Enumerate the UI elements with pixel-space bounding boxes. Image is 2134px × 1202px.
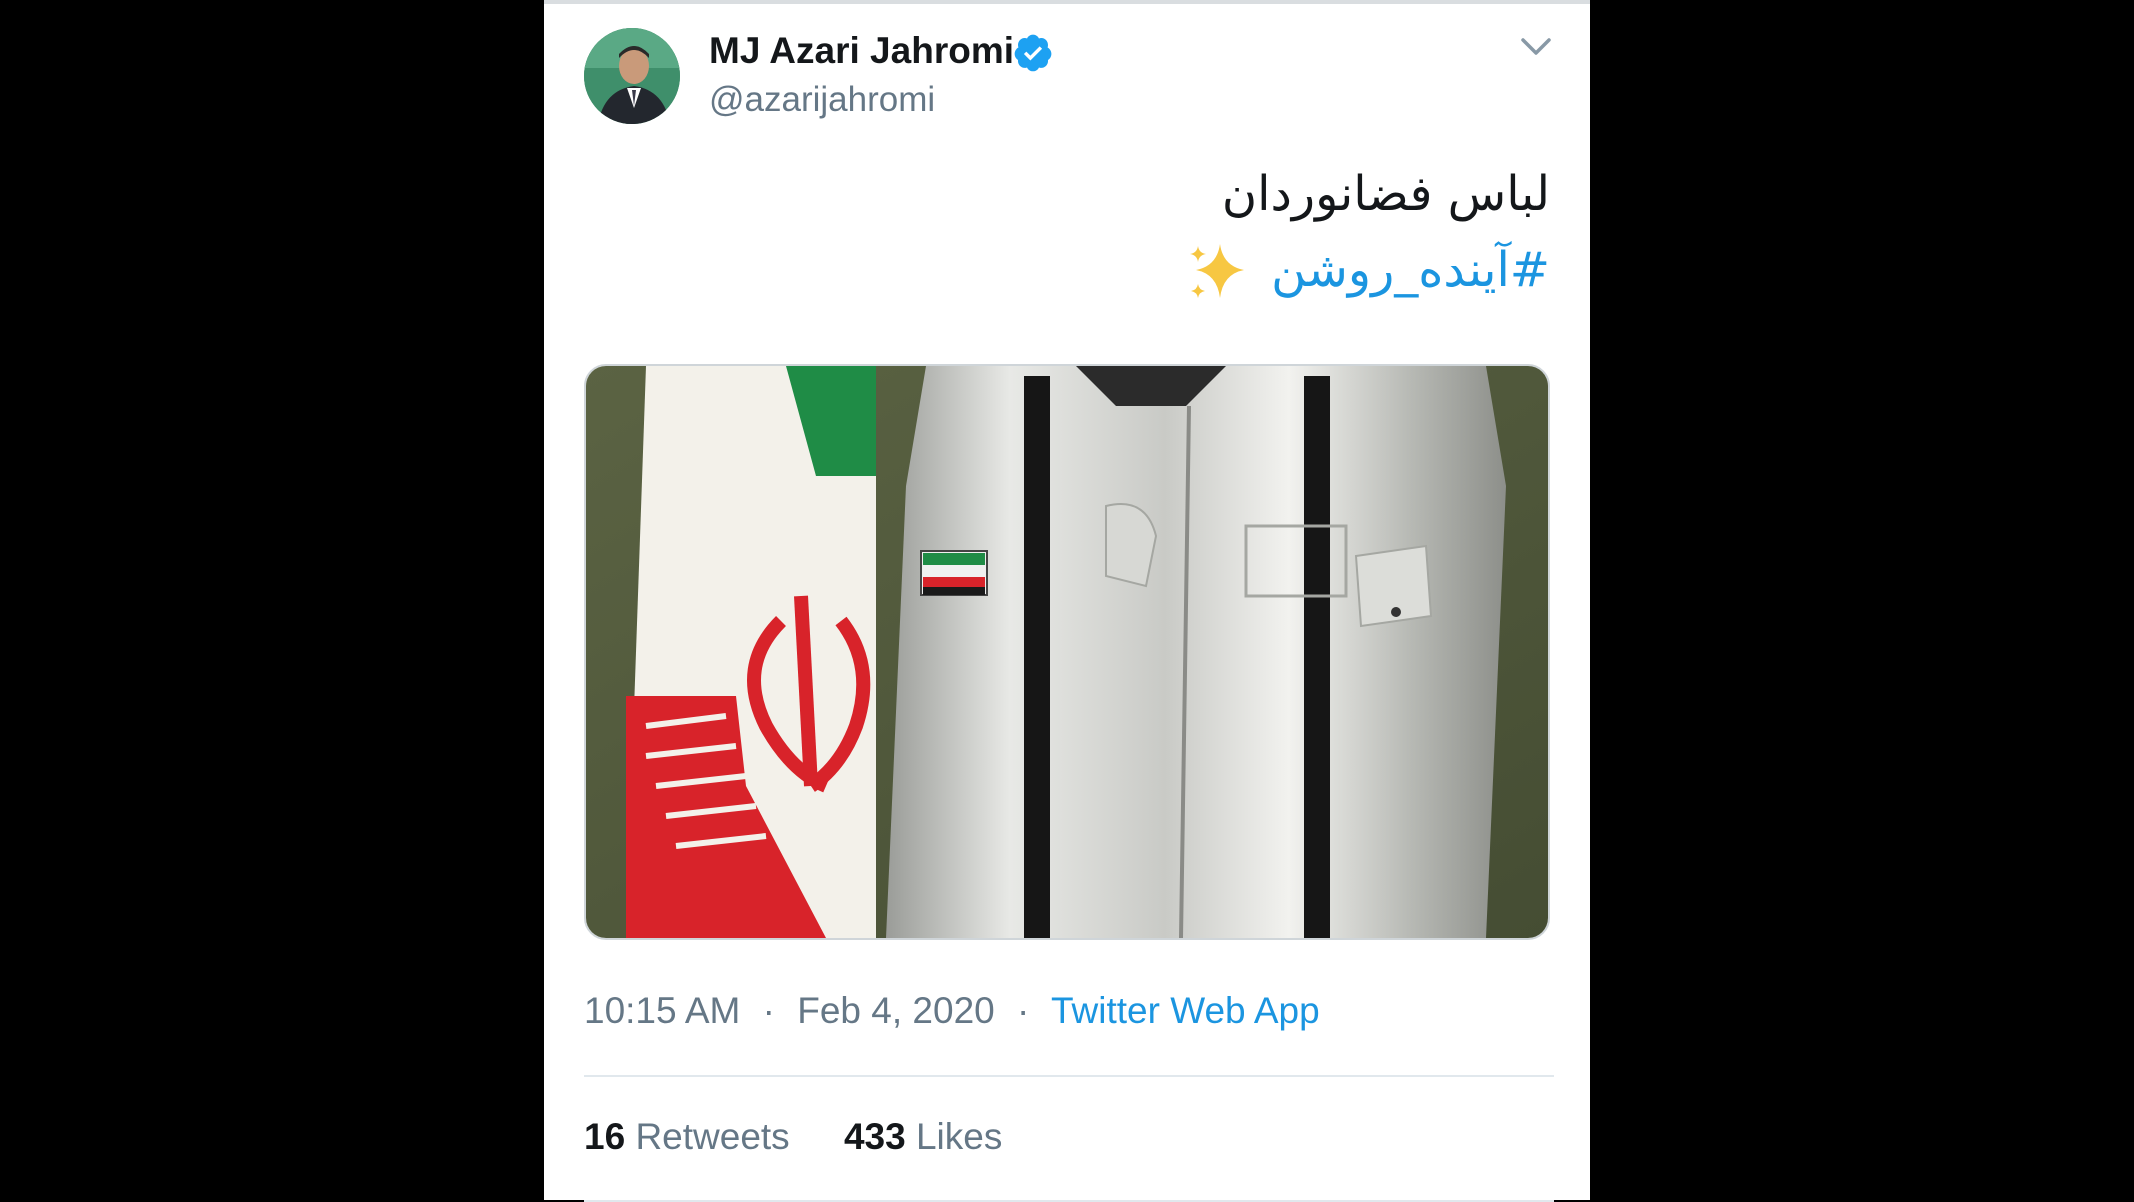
handle[interactable]: @azarijahromi [709, 80, 935, 120]
tweet-card: MJ Azari Jahromi @azarijahromi لباس فضان… [544, 0, 1590, 1202]
tweet-meta: 10:15 AM · Feb 4, 2020 · Twitter Web App [584, 990, 1320, 1032]
tweet-time[interactable]: 10:15 AM [584, 990, 740, 1031]
tweet-text: لباس فضانوردان #آینده_روشن [850, 156, 1550, 308]
avatar[interactable] [584, 28, 680, 124]
spacesuit-photo [586, 366, 1548, 938]
meta-separator: · [1017, 990, 1030, 1031]
tweet-photo[interactable] [584, 364, 1550, 940]
avatar-image [584, 28, 680, 124]
meta-separator: · [762, 990, 775, 1031]
retweets-stat[interactable]: 16 Retweets [584, 1116, 790, 1157]
display-name[interactable]: MJ Azari Jahromi [709, 30, 1014, 72]
sparkles-emoji [1189, 244, 1244, 298]
retweets-count: 16 [584, 1116, 626, 1157]
retweets-label: Retweets [635, 1116, 790, 1157]
divider [584, 1075, 1554, 1077]
tweet-source-link[interactable]: Twitter Web App [1051, 990, 1320, 1031]
verified-badge-icon [1014, 34, 1052, 72]
tweet-stats: 16 Retweets 433 Likes [584, 1116, 1046, 1158]
tweet-date[interactable]: Feb 4, 2020 [797, 990, 994, 1031]
tweet-text-line: لباس فضانوردان [1221, 166, 1550, 222]
likes-label: Likes [915, 1116, 1003, 1157]
hashtag-link[interactable]: #آینده_روشن [1271, 242, 1550, 298]
likes-stat[interactable]: 433 Likes [844, 1116, 1002, 1157]
chevron-down-icon[interactable] [1518, 34, 1554, 58]
tweet-hashtag-line: #آینده_روشن [850, 232, 1550, 308]
likes-count: 433 [843, 1116, 906, 1157]
